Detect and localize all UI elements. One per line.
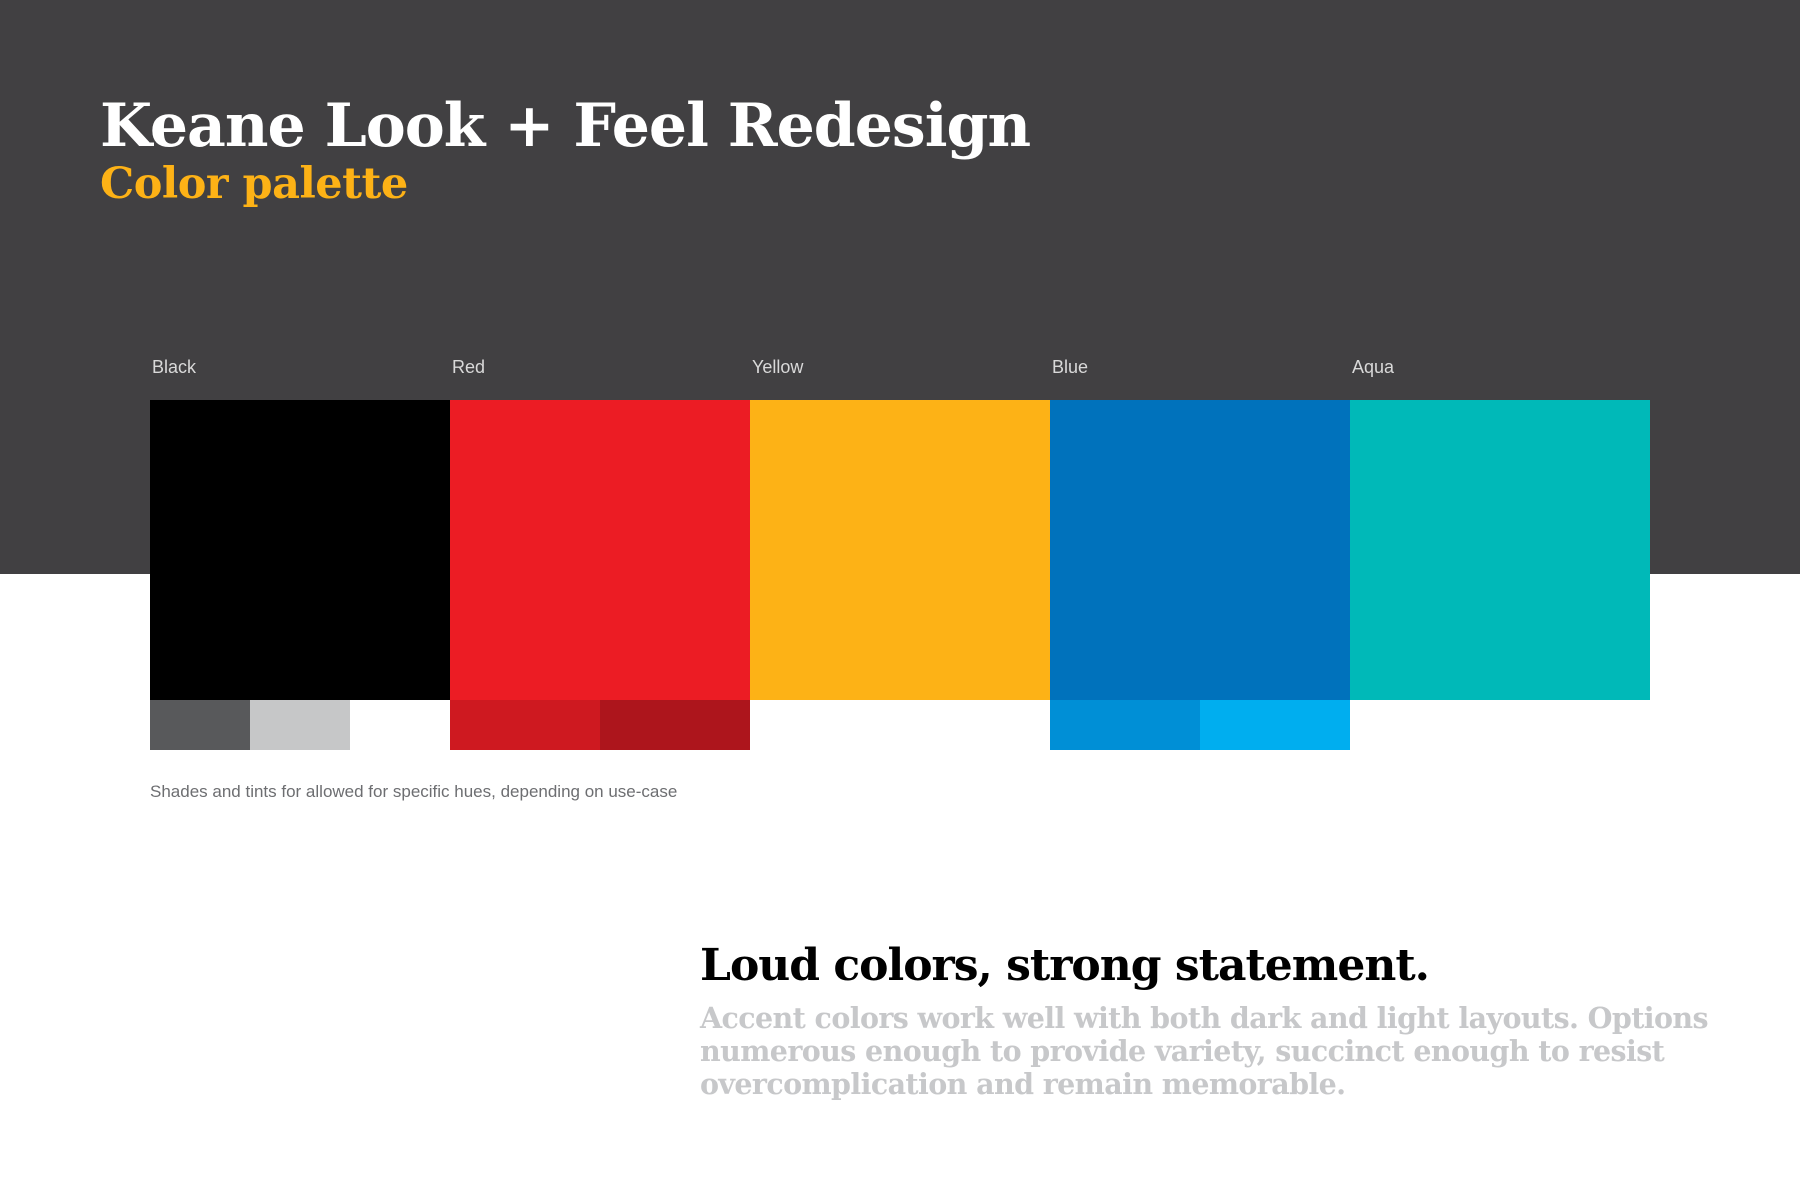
swatch-main-blue (1050, 400, 1350, 700)
swatch-main-aqua (1350, 400, 1650, 700)
palette-caption: Shades and tints for allowed for specifi… (150, 782, 678, 801)
page-subtitle: Color palette (100, 159, 408, 209)
swatch-label-yellow: Yellow (752, 357, 804, 377)
statement-body: Accent colors work well with both dark a… (700, 1001, 1709, 1101)
shade-black-3 (350, 700, 450, 750)
swatch-label-red: Red (452, 357, 486, 377)
swatch-label-black: Black (152, 357, 197, 377)
statement-heading: Loud colors, strong statement. (700, 940, 1430, 991)
shade-red-1 (450, 700, 600, 750)
shade-black-2 (250, 700, 350, 750)
shade-blue-2 (1200, 700, 1350, 750)
shade-blue-1 (1050, 700, 1200, 750)
swatch-main-yellow (750, 400, 1050, 700)
swatch-main-red (450, 400, 750, 700)
swatch-label-blue: Blue (1052, 357, 1089, 377)
swatch-label-aqua: Aqua (1352, 357, 1395, 377)
page-title: Keane Look + Feel Redesign (100, 91, 1031, 161)
swatch-main-black (150, 400, 450, 700)
shade-red-2 (600, 700, 750, 750)
shade-black-1 (150, 700, 250, 750)
